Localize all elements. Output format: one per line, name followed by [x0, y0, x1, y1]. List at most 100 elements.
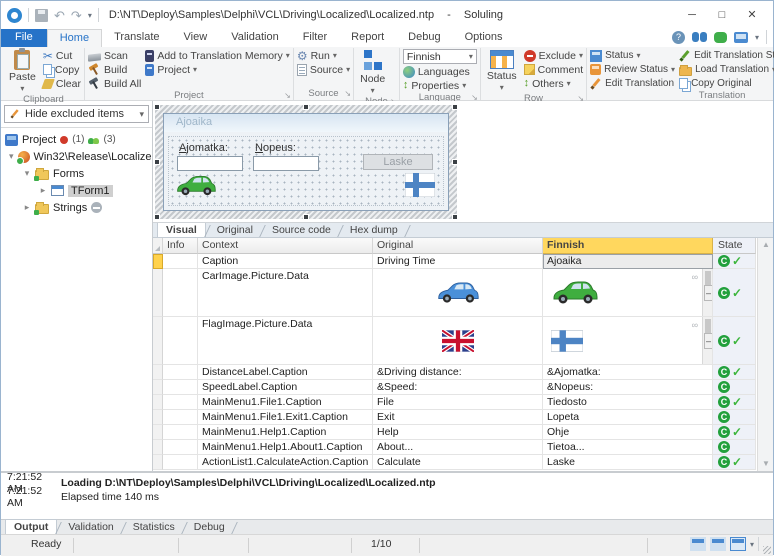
view-grid-icon[interactable] — [689, 537, 706, 551]
tab-debug[interactable]: Debug — [396, 29, 452, 47]
table-row[interactable]: MainMenu1.Help1.About1.Caption About... … — [153, 440, 757, 455]
build-all-button[interactable]: Build All — [88, 77, 141, 90]
scan-button[interactable]: Scan — [87, 49, 141, 62]
column-header-context[interactable]: Context — [198, 238, 373, 254]
tab-statistics[interactable]: Statistics — [125, 520, 183, 534]
tab-validation[interactable]: Validation — [219, 29, 291, 47]
view-options-icon[interactable]: ▾ — [750, 540, 754, 549]
tree-filter-select[interactable]: Hide excluded items ▾ — [4, 105, 149, 123]
tree-item-forms[interactable]: ▾ Forms — [1, 165, 152, 182]
column-header-finnish[interactable]: Finnish — [543, 238, 713, 254]
grid-corner-header[interactable] — [153, 238, 163, 254]
tab-file[interactable]: File — [1, 29, 47, 47]
tree-item-exe[interactable]: ▾ Win32\Release\Localized.exe — [1, 148, 152, 165]
resize-handle[interactable] — [452, 214, 458, 220]
table-row[interactable]: MainMenu1.File1.Exit1.Caption Exit Lopet… — [153, 410, 757, 425]
table-row[interactable]: SpeedLabel.Caption &Speed: &Nopeus: C✓ — [153, 380, 757, 395]
table-row[interactable]: DistanceLabel.Caption &Driving distance:… — [153, 365, 757, 380]
scroll-down-icon[interactable]: ▼ — [758, 457, 773, 471]
preview-car-image[interactable] — [175, 173, 217, 199]
preview-flag-image[interactable] — [405, 173, 435, 197]
help-icon[interactable]: ? — [671, 30, 685, 44]
dialog-launcher-icon[interactable]: ↘ — [344, 89, 351, 98]
minimize-button[interactable]: ─ — [677, 4, 707, 26]
edit-translation-state-button[interactable]: Edit Translation State — [679, 49, 774, 62]
tab-options[interactable]: Options — [453, 29, 515, 47]
preview-speed-label[interactable]: Nopeus: — [255, 142, 296, 154]
table-row[interactable]: MainMenu1.File1.Caption File Tiedosto C ✓ — [153, 395, 757, 410]
maximize-button[interactable]: □ — [707, 4, 737, 26]
find-icon[interactable] — [691, 32, 707, 42]
finnish-cell[interactable]: Ajoaika — [543, 254, 713, 269]
resize-handle[interactable] — [154, 214, 160, 220]
node-button[interactable]: Node ▾ — [357, 49, 388, 96]
clear-button[interactable]: Clear — [41, 77, 81, 90]
resize-handle[interactable] — [452, 104, 458, 110]
project-button[interactable]: Project ▾ — [145, 63, 290, 76]
language-select[interactable]: Finnish ▾ — [402, 49, 477, 64]
column-header-info[interactable]: Info — [163, 238, 198, 254]
tab-visual[interactable]: Visual — [157, 222, 206, 237]
preview-calculate-button[interactable]: Laske — [363, 154, 433, 170]
resize-handle[interactable] — [154, 104, 160, 110]
copy-original-button[interactable]: Copy Original — [679, 77, 774, 90]
tab-source-code[interactable]: Source code — [264, 223, 339, 237]
tab-view[interactable]: View — [172, 29, 220, 47]
collapse-cell-button[interactable]: – — [704, 284, 712, 301]
row-others-button[interactable]: ↕ Others ▾ — [524, 77, 584, 90]
tab-home[interactable]: Home — [46, 29, 103, 47]
finnish-cell[interactable]: &Nopeus: — [543, 380, 713, 395]
collapse-icon[interactable]: ▾ — [23, 168, 31, 179]
finnish-cell[interactable]: Tiedosto — [543, 395, 713, 410]
collapse-cell-button[interactable]: – — [704, 332, 712, 349]
tab-debug-bottom[interactable]: Debug — [186, 520, 233, 534]
build-button[interactable]: Build — [88, 63, 141, 76]
finnish-cell[interactable]: Ohje — [543, 425, 713, 440]
exclude-button[interactable]: Exclude ▾ — [523, 49, 584, 62]
more-options-icon[interactable]: ▾ — [755, 33, 759, 42]
resize-handle[interactable] — [303, 104, 309, 110]
grid-scrollbar[interactable]: ▲ ▼ — [757, 238, 773, 471]
collapse-icon[interactable]: ▾ — [9, 151, 14, 162]
tab-filter[interactable]: Filter — [291, 29, 339, 47]
finnish-image-cell[interactable]: ∞ – — [543, 317, 713, 365]
row-status-button[interactable]: Status ▾ — [484, 49, 520, 93]
add-to-translation-memory-button[interactable]: Add to Translation Memory ▾ — [145, 49, 290, 62]
expand-icon[interactable]: ▸ — [23, 202, 31, 213]
preview-speed-input[interactable] — [253, 156, 319, 171]
tab-validation-bottom[interactable]: Validation — [60, 520, 121, 534]
copy-button[interactable]: Copy — [42, 63, 81, 76]
cut-button[interactable]: ✂ Cut — [43, 49, 81, 62]
properties-button[interactable]: ↕ Properties ▾ — [403, 79, 477, 92]
table-row[interactable]: CarImage.Picture.Data ∞ – C ✓ — [153, 269, 757, 317]
preview-distance-label[interactable]: Ajomatka: — [179, 142, 228, 154]
finnish-cell[interactable]: &Ajomatka: — [543, 365, 713, 380]
customize-qat-icon[interactable]: ▾ — [88, 11, 92, 20]
tree-item-tform1[interactable]: ▸ TForm1 — [1, 182, 152, 199]
load-translation-button[interactable]: Load Translation▾ — [679, 63, 774, 76]
feedback-balloon-icon[interactable] — [713, 31, 727, 43]
scroll-up-icon[interactable]: ▲ — [758, 238, 773, 252]
finnish-image-cell[interactable]: ∞ – — [543, 269, 713, 317]
monitor-icon[interactable] — [733, 31, 748, 43]
finnish-cell[interactable]: Lopeta — [543, 410, 713, 425]
save-icon[interactable] — [35, 8, 48, 22]
column-header-state[interactable]: State — [713, 238, 756, 254]
column-header-original[interactable]: Original — [373, 238, 543, 254]
resize-grip[interactable] — [763, 546, 771, 554]
undo-icon[interactable]: ↶ — [54, 9, 65, 22]
run-button[interactable]: ⚙ Run ▾ — [297, 49, 350, 62]
tree-item-strings[interactable]: ▸ Strings — [1, 199, 152, 216]
source-button[interactable]: Source ▾ — [296, 63, 350, 76]
paste-button[interactable]: Paste ▾ — [6, 48, 39, 94]
finnish-cell[interactable]: Tietoa... — [543, 440, 713, 455]
tab-report[interactable]: Report — [339, 29, 396, 47]
expand-icon[interactable]: ▸ — [39, 185, 47, 196]
row-comment-button[interactable]: Comment — [523, 63, 583, 76]
redo-icon[interactable]: ↷ — [71, 9, 82, 22]
preview-form[interactable]: Ajoaika Ajomatka: Nopeus: Laske — [163, 113, 449, 211]
resize-handle[interactable] — [154, 159, 160, 165]
preview-distance-input[interactable] — [177, 156, 243, 171]
table-row[interactable]: Caption Driving Time Ajoaika C ✓ — [153, 254, 757, 269]
dialog-launcher-icon[interactable]: ↘ — [284, 91, 291, 100]
